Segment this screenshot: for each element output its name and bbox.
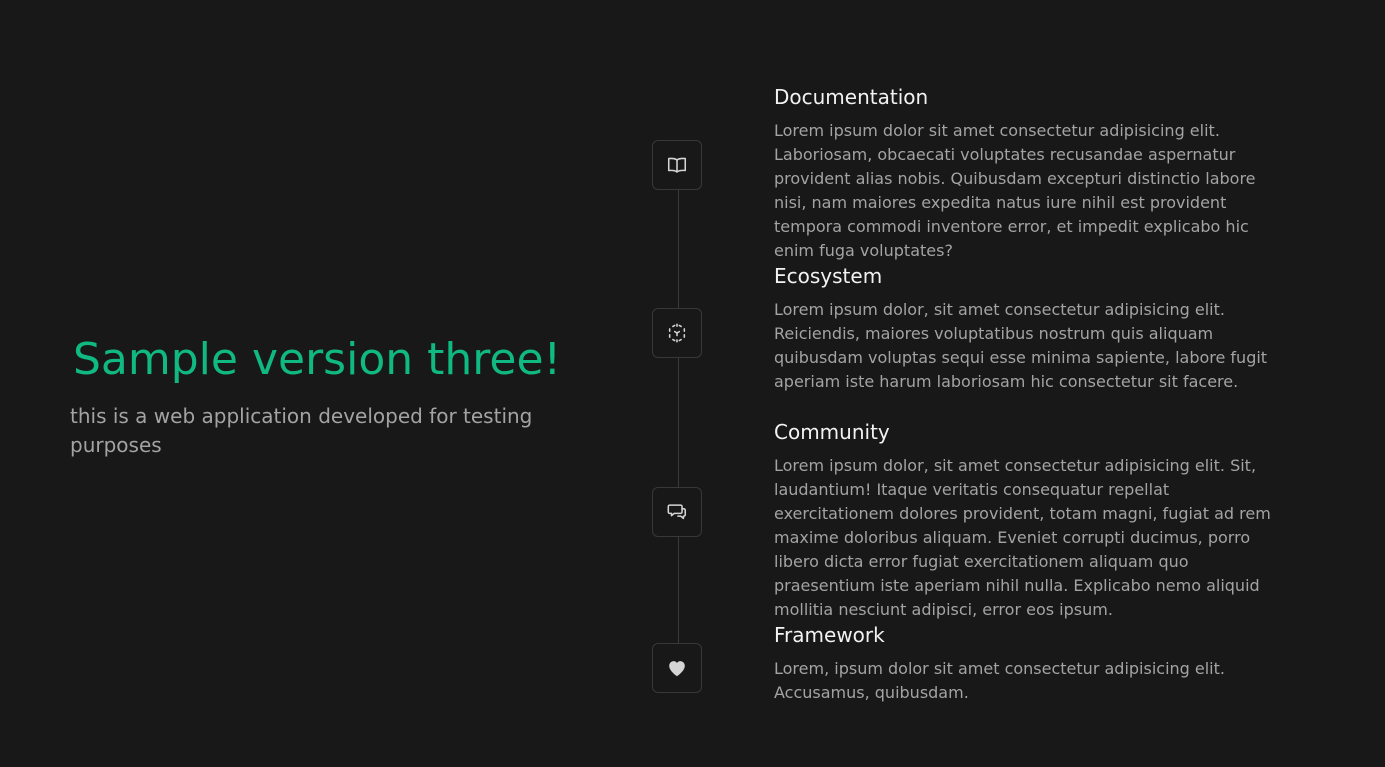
feature-framework: Framework Lorem, ipsum dolor sit amet co… bbox=[774, 623, 1289, 705]
timeline-node-ecosystem bbox=[652, 308, 702, 358]
feature-description: Lorem ipsum dolor, sit amet consectetur … bbox=[774, 456, 1271, 619]
cube-icon bbox=[668, 323, 686, 343]
feature-description: Lorem ipsum dolor, sit amet consectetur … bbox=[774, 300, 1268, 391]
feature-documentation: Documentation Lorem ipsum dolor sit amet… bbox=[774, 85, 1289, 263]
feature-title: Framework bbox=[774, 623, 885, 647]
hero: Sample version three! this is a web appl… bbox=[70, 330, 570, 460]
page: Sample version three! this is a web appl… bbox=[0, 0, 1385, 767]
chat-icon bbox=[667, 504, 687, 520]
feature-title: Documentation bbox=[774, 85, 929, 109]
book-icon bbox=[667, 157, 687, 173]
timeline-line bbox=[678, 165, 679, 667]
feature-title: Community bbox=[774, 420, 890, 444]
feature-description: Lorem, ipsum dolor sit amet consectetur … bbox=[774, 659, 1225, 702]
feature-ecosystem: Ecosystem Lorem ipsum dolor, sit amet co… bbox=[774, 264, 1289, 394]
timeline-node-framework bbox=[652, 643, 702, 693]
feature-community: Community Lorem ipsum dolor, sit amet co… bbox=[774, 420, 1289, 622]
timeline-node-documentation bbox=[652, 140, 702, 190]
feature-description: Lorem ipsum dolor sit amet consectetur a… bbox=[774, 121, 1256, 260]
hero-subtitle: this is a web application developed for … bbox=[70, 404, 533, 457]
hero-title: Sample version three! bbox=[73, 334, 562, 385]
timeline-node-community bbox=[652, 487, 702, 537]
feature-title: Ecosystem bbox=[774, 264, 883, 288]
heart-icon bbox=[669, 661, 685, 677]
